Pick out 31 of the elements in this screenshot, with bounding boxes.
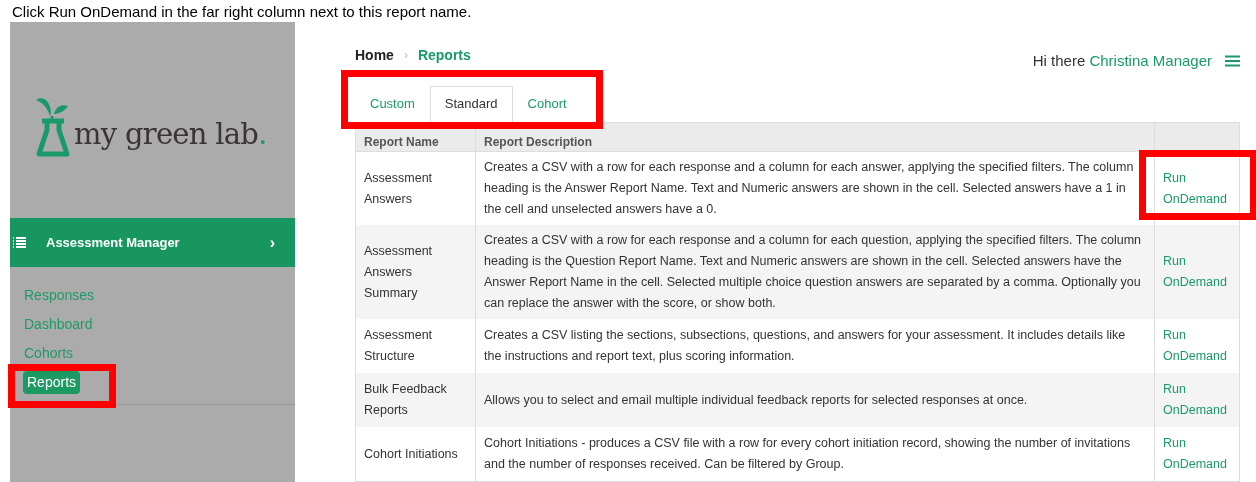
table-cell: Assessment Answers Summary	[364, 243, 433, 300]
menu-icon[interactable]	[1225, 55, 1240, 67]
run-ondemand-link[interactable]: Run OnDemand	[1163, 433, 1231, 475]
run-ondemand-link[interactable]: Run OnDemand	[1163, 379, 1231, 421]
table-cell: Assessment Answers	[364, 170, 433, 206]
table-cell: Cohort Initiations	[364, 446, 458, 461]
table-cell: Cohort Initiations - produces a CSV file with a row for every cohort initiation record, showing the number of invitations and the number of responses received. Can be filtered by Group.	[484, 436, 1131, 471]
tab[interactable]: Standard	[429, 86, 513, 122]
table-cell: Creates a CSV listing the sections, subsections, questions, and answers for your assessment. It includes details like the instructions and report text, plus scoring information.	[484, 328, 1126, 363]
table-cell: Allows you to select and email multiple individual feedback reports for selected responses at once.	[484, 392, 1028, 407]
greeting-text: Hi there Christina Manager	[1032, 50, 1212, 71]
section-header[interactable]: Assessment Manager ›	[10, 218, 295, 267]
breadcrumb-link[interactable]: Reports	[417, 44, 471, 66]
run-ondemand-link[interactable]: Run OnDemand	[1163, 167, 1231, 210]
table-cell: Assessment Structure	[364, 328, 433, 363]
table-cell: Creates a CSV with a row for each response and a column for each answer, applying the specified filters. The column heading is the Answer Report Name. Text and Numeric answers are shown in the cell. Selected answers have a 1 in the cell and unselected answers have a 0.	[484, 160, 1134, 216]
nav-link[interactable]: Reports	[23, 371, 81, 394]
breadcrumb-link[interactable]: Home	[355, 44, 394, 66]
run-ondemand-link[interactable]: Run OnDemand	[1163, 325, 1231, 367]
chevron-icon: ›	[269, 230, 275, 255]
list-icon	[12, 236, 26, 249]
column-header: Report Description	[484, 135, 592, 149]
logo-text: my green lab.	[74, 116, 267, 154]
table-cell: Bulk Feedback Reports	[364, 382, 447, 417]
instruction-text: Click Run OnDemand in the far right column next to this report name.	[12, 3, 472, 19]
run-ondemand-link[interactable]: Run OnDemand	[1163, 251, 1231, 293]
separator-icon: ›	[403, 46, 408, 64]
tab[interactable]: Cohort	[512, 86, 582, 122]
table-cell: Creates a CSV with a row for each response and a column for each question, applying the specified filters. The column heading is the Question Report Name. Text and Numeric answers are shown in the cell. Selected answers have the Answer Report Name in the cell. Selected multiple choice question answers are separated by a comma. Optionally you can replace the answer with the score, or show both.	[484, 233, 1142, 310]
column-header: Report Name	[364, 135, 439, 149]
tab[interactable]: Custom	[355, 86, 430, 122]
